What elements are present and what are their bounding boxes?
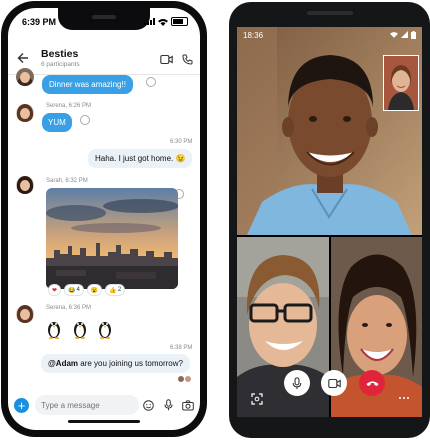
- android-device: 18:36: [229, 2, 430, 438]
- message-meta: 6:30 PM: [170, 139, 193, 145]
- microphone-icon: [292, 376, 302, 389]
- home-indicator: [68, 420, 140, 423]
- city-skyline-image: [46, 188, 178, 289]
- android-status-time: 18:36: [243, 31, 264, 40]
- message-bubble: Haha. I just got home. 😉: [88, 149, 193, 168]
- video-call-icon[interactable]: [160, 54, 173, 65]
- end-call-icon: [366, 381, 378, 386]
- shared-photo[interactable]: [46, 188, 178, 289]
- self-view-pip[interactable]: [383, 55, 419, 111]
- message-input[interactable]: [35, 395, 139, 415]
- reaction-laugh[interactable]: 😂 4: [64, 284, 84, 296]
- message-meta: Serena, 6:36 PM: [46, 305, 92, 311]
- status-icons: [144, 17, 188, 26]
- penguin-sticker: [99, 322, 111, 339]
- more-icon[interactable]: [399, 397, 409, 399]
- chat-title: Besties: [41, 48, 79, 60]
- message-bubble: @Adam are you joining us tomorrow?: [41, 354, 190, 373]
- self-view-video: [384, 56, 418, 110]
- message-meta: 6:38 PM: [170, 345, 193, 351]
- android-status-icons: [390, 31, 416, 39]
- status-time: 6:39 PM: [22, 17, 57, 27]
- emoji-icon[interactable]: [143, 400, 154, 411]
- speaker-grille: [92, 15, 116, 19]
- iphone-device: 6:39 PM Besties 6 participants Dinner wa…: [1, 1, 207, 437]
- avatar: [185, 376, 191, 382]
- penguin-sticker: [48, 322, 60, 339]
- wifi-icon: [390, 32, 398, 38]
- video-call-icon: [327, 378, 341, 388]
- back-arrow-icon[interactable]: [17, 52, 29, 64]
- participant-video: [237, 237, 329, 417]
- reaction-heart[interactable]: ❤: [48, 284, 62, 296]
- android-screen: 18:36: [237, 27, 422, 417]
- avatar: [16, 176, 34, 194]
- message-bubble: YUM: [42, 113, 72, 132]
- speaker-grille: [307, 11, 353, 15]
- reaction-thumbs-up[interactable]: 👍 2: [105, 284, 126, 296]
- message-meta: Serena, 6:26 PM: [46, 103, 92, 109]
- plus-icon[interactable]: +: [14, 398, 29, 413]
- add-reaction-icon[interactable]: [80, 115, 90, 125]
- add-reaction-icon[interactable]: [146, 77, 156, 87]
- avatar: [16, 68, 34, 86]
- reactions-row: ❤ 😂 4 😮 👍 2: [48, 284, 126, 296]
- chat-header: Besties 6 participants: [8, 42, 200, 75]
- battery-icon: [411, 31, 416, 39]
- avatar: [16, 104, 34, 122]
- microphone-icon[interactable]: [164, 399, 173, 411]
- signal-icon: [144, 18, 155, 25]
- message-meta: Sarah, 6:32 PM: [46, 178, 88, 184]
- iphone-screen: 6:39 PM Besties 6 participants Dinner wa…: [8, 8, 200, 430]
- end-call-button[interactable]: [359, 370, 385, 396]
- screen-share-icon[interactable]: [251, 393, 263, 405]
- battery-icon: [171, 17, 188, 26]
- video-toggle-button[interactable]: [321, 370, 347, 396]
- video-feed-participant: [237, 237, 329, 417]
- camera-icon[interactable]: [182, 400, 194, 411]
- avatar: [178, 376, 184, 382]
- participants-count: 6 participants: [41, 61, 80, 68]
- video-feed-main: 18:36: [237, 27, 422, 235]
- message-bubble: Dinner was amazing!!: [42, 75, 133, 94]
- wifi-icon: [158, 18, 168, 26]
- read-receipt-avatars: [178, 376, 191, 382]
- mention[interactable]: @Adam: [48, 359, 78, 368]
- avatar: [16, 305, 34, 323]
- reaction-surprised[interactable]: 😮: [86, 284, 103, 296]
- phone-call-icon[interactable]: [182, 54, 193, 65]
- notch: [58, 8, 150, 30]
- penguin-sticker: [74, 322, 86, 339]
- mute-button[interactable]: [284, 370, 310, 396]
- signal-icon: [401, 31, 408, 38]
